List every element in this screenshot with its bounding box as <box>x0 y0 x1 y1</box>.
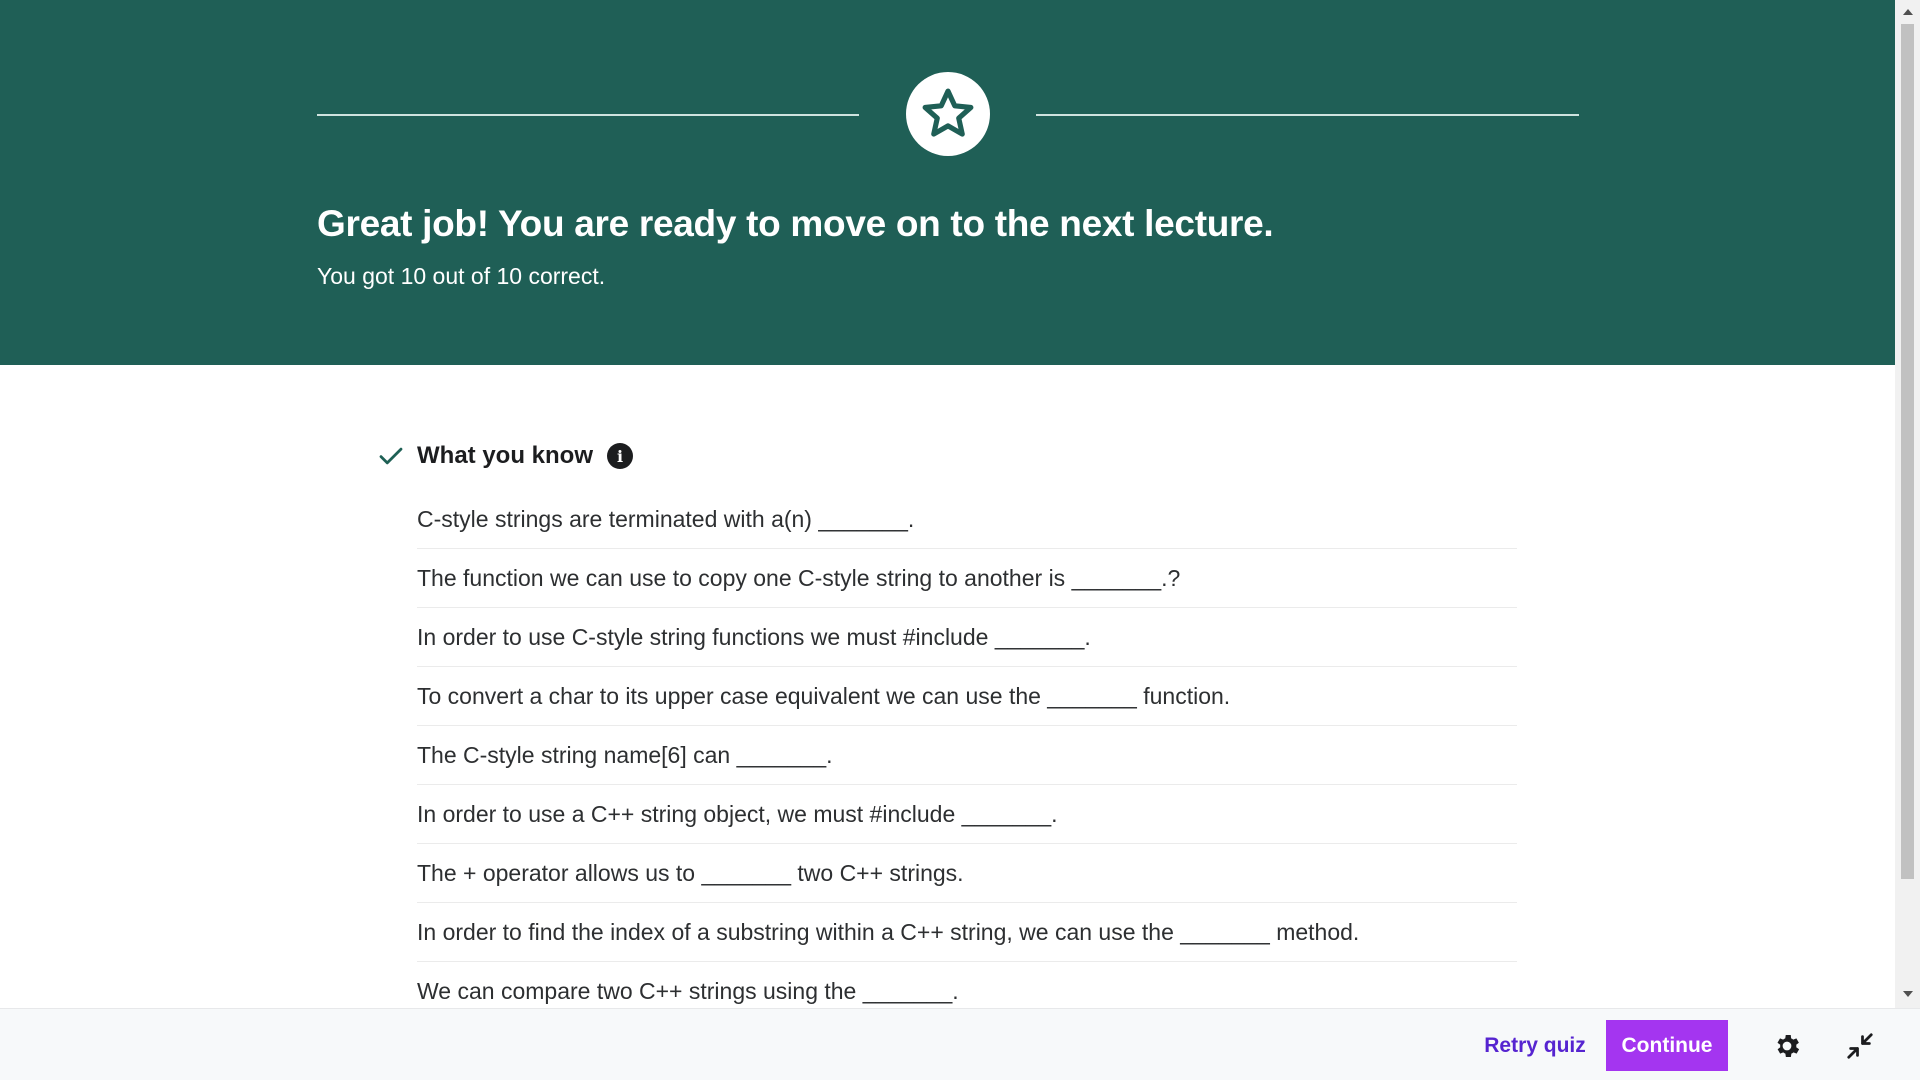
collapse-icon <box>1847 1033 1873 1059</box>
knowledge-list: C-style strings are terminated with a(n)… <box>417 490 1517 1008</box>
result-title: Great job! You are ready to move on to t… <box>317 203 1274 244</box>
list-item: In order to use a C++ string object, we … <box>417 785 1517 844</box>
star-icon <box>922 88 974 137</box>
scroll-down-icon[interactable] <box>1895 984 1920 1004</box>
star-badge <box>906 72 990 156</box>
list-item: The function we can use to copy one C-st… <box>417 549 1517 608</box>
what-you-know-section: What you know i C-style strings are term… <box>0 365 1895 1008</box>
divider-left <box>317 114 859 116</box>
vertical-scrollbar[interactable] <box>1895 0 1920 1008</box>
what-you-know-title: What you know <box>417 442 593 469</box>
list-item: To convert a char to its upper case equi… <box>417 667 1517 726</box>
check-icon <box>379 447 403 465</box>
list-item: The C-style string name[6] can _______. <box>417 726 1517 785</box>
continue-button[interactable]: Continue <box>1606 1020 1728 1071</box>
quiz-footer: Retry quiz Continue <box>0 1008 1920 1080</box>
list-item: The + operator allows us to _______ two … <box>417 844 1517 903</box>
score-summary: You got 10 out of 10 correct. <box>317 263 606 289</box>
list-item: We can compare two C++ strings using the… <box>417 962 1517 1008</box>
divider-right <box>1036 114 1579 116</box>
gear-icon <box>1777 1035 1800 1057</box>
list-item: In order to find the index of a substrin… <box>417 903 1517 962</box>
scroll-thumb[interactable] <box>1901 24 1914 879</box>
collapse-button[interactable] <box>1841 1027 1879 1065</box>
list-item: In order to use C-style string functions… <box>417 608 1517 667</box>
quiz-result-view: Great job! You are ready to move on to t… <box>0 0 1920 1080</box>
result-banner: Great job! You are ready to move on to t… <box>0 0 1895 365</box>
what-you-know-header: What you know i <box>376 439 633 473</box>
info-icon[interactable]: i <box>607 443 633 469</box>
scroll-content: Great job! You are ready to move on to t… <box>0 0 1895 1008</box>
scroll-up-icon[interactable] <box>1895 2 1920 22</box>
settings-button[interactable] <box>1768 1027 1806 1065</box>
retry-quiz-button[interactable]: Retry quiz <box>1470 1021 1600 1071</box>
list-item: C-style strings are terminated with a(n)… <box>417 490 1517 549</box>
